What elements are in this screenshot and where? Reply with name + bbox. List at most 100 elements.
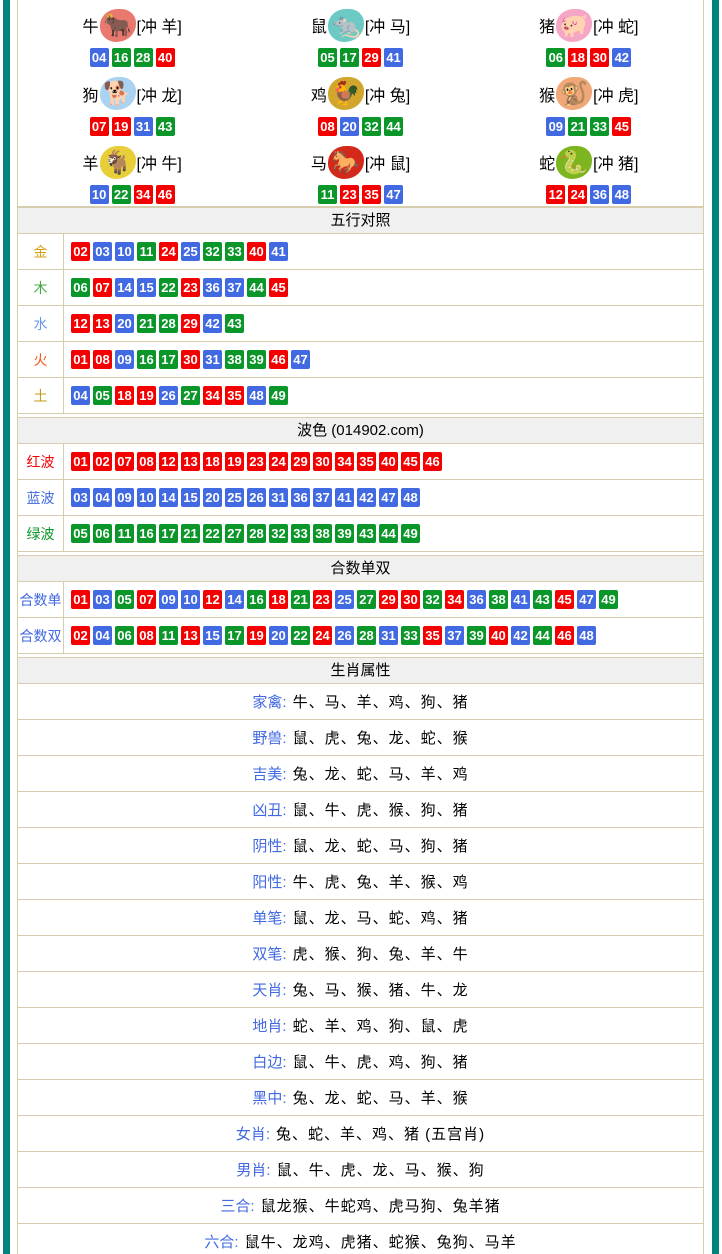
number-ball: 18 [203,452,222,471]
number-ball: 46 [156,185,175,204]
number-ball: 30 [401,590,420,609]
zodiac-cell-title: 猴🐒[冲 虎] [475,74,703,114]
section-zodiac-attributes: 生肖属性 家禽:牛、马、羊、鸡、狗、猪野兽:鼠、虎、兔、龙、蛇、猴吉美:兔、龙、… [18,654,703,1254]
number-ball: 15 [203,626,222,645]
number-ball: 09 [115,350,134,369]
number-ball: 43 [225,314,244,333]
attribute-label: 阴性: [252,835,286,856]
attribute-value: 虎、猴、狗、兔、羊、牛 [293,943,469,964]
attribute-row: 天肖: 兔、马、猴、猪、牛、龙 [18,972,703,1008]
zodiac-clash-label: [冲 兔] [365,82,410,106]
sum-parity-rows: 合数单0103050709101214161821232527293032343… [18,582,703,654]
number-ball: 03 [93,590,112,609]
number-ball: 12 [159,452,178,471]
number-ball: 23 [340,185,359,204]
attribute-label: 白边: [252,1051,286,1072]
zodiac-numbers: 10223446 [18,185,246,204]
number-ball: 30 [590,48,609,67]
attribute-value: 牛、虎、兔、羊、猴、鸡 [293,871,469,892]
attribute-value: 兔、马、猴、猪、牛、龙 [293,979,469,1000]
number-ball: 28 [357,626,376,645]
attribute-value: 鼠、龙、马、蛇、鸡、猪 [293,907,469,928]
zodiac-cell-ox: 牛🐂[冲 羊] 04162840 [18,0,246,69]
number-ball: 39 [247,350,266,369]
number-ball: 25 [335,590,354,609]
zodiac-animal-label: 羊 [82,150,98,174]
attribute-value: 鼠、牛、虎、猴、狗、猪 [293,799,469,820]
number-ball: 10 [137,488,156,507]
attribute-row: 女肖:兔、蛇、羊、鸡、猪 (五宫肖) [18,1116,703,1152]
number-ball: 16 [137,524,156,543]
number-ball: 44 [247,278,266,297]
zodiac-animal-label: 猴 [539,82,555,106]
number-ball: 44 [533,626,552,645]
zodiac-cell-title: 牛🐂[冲 羊] [18,5,246,45]
number-ball: 20 [269,626,288,645]
number-ball: 37 [445,626,464,645]
zodiac-cell-title: 猪🐖[冲 蛇] [475,5,703,45]
zodiac-clash-label: [冲 虎] [593,82,638,106]
number-ball: 48 [577,626,596,645]
five-elements-row: 水1213202128294243 [18,306,703,342]
number-ball: 26 [159,386,178,405]
number-ball: 41 [511,590,530,609]
wave-row: 绿波05061116172122272832333839434449 [18,516,703,552]
number-ball: 14 [225,590,244,609]
number-ball: 25 [225,488,244,507]
number-ball: 35 [225,386,244,405]
attribute-value: 兔、龙、蛇、马、羊、猴 [293,1087,469,1108]
number-ball: 32 [269,524,288,543]
number-ball: 33 [590,117,609,136]
left-frame-bar [3,0,10,1254]
number-ball: 20 [203,488,222,507]
attribute-row: 双笔: 虎、猴、狗、兔、羊、牛 [18,936,703,972]
number-ball: 24 [568,185,587,204]
number-ball: 11 [318,185,337,204]
number-ball: 31 [203,350,222,369]
number-ball: 45 [555,590,574,609]
five-elements-row-numbers: 0108091617303138394647 [64,342,313,377]
number-ball: 47 [291,350,310,369]
snake-icon: 🐍 [556,146,592,179]
number-ball: 15 [137,278,156,297]
dog-icon: 🐕 [100,77,136,110]
number-ball: 34 [335,452,354,471]
number-ball: 44 [379,524,398,543]
zodiac-cell-rat: 鼠🐀[冲 马]05172941 [246,0,474,69]
number-ball: 08 [93,350,112,369]
zodiac-numbers: 11233547 [246,185,474,204]
number-ball: 25 [181,242,200,261]
number-ball: 12 [203,590,222,609]
horse-icon: 🐎 [328,146,364,179]
attribute-row: 六合:鼠牛、龙鸡、虎猪、蛇猴、兔狗、马羊 [18,1224,703,1254]
number-ball: 45 [612,117,631,136]
sum-parity-row-numbers: 0204060811131517192022242628313335373940… [64,618,599,653]
five-elements-row-label: 金 [18,234,64,269]
attribute-label: 天肖: [252,979,286,1000]
number-ball: 31 [379,626,398,645]
attribute-label: 单笔: [252,907,286,928]
number-ball: 33 [401,626,420,645]
rooster-icon: 🐓 [328,77,364,110]
zodiac-animal-label: 蛇 [539,150,555,174]
number-ball: 42 [203,314,222,333]
attribute-label: 双笔: [252,943,286,964]
number-ball: 16 [247,590,266,609]
sum-parity-row-label: 合数双 [18,618,64,653]
number-ball: 48 [247,386,266,405]
number-ball: 35 [362,185,381,204]
number-ball: 27 [225,524,244,543]
attribute-value: 鼠、牛、虎、鸡、狗、猪 [293,1051,469,1072]
zodiac-numbers: 04162840 [18,48,246,67]
number-ball: 31 [134,117,153,136]
number-ball: 38 [313,524,332,543]
five-elements-row-numbers: 06071415222336374445 [64,270,291,305]
five-elements-row-label: 木 [18,270,64,305]
page: 牛🐂[冲 羊]04162840鼠🐀[冲 马]05172941猪🐖[冲 蛇]061… [0,0,722,1254]
number-ball: 22 [159,278,178,297]
zodiac-cell-dog: 狗🐕[冲 龙]07193143 [18,69,246,138]
number-ball: 48 [612,185,631,204]
number-ball: 13 [181,452,200,471]
attribute-label: 黑中: [252,1087,286,1108]
five-elements-rows: 金02031011242532334041木060714152223363744… [18,234,703,414]
